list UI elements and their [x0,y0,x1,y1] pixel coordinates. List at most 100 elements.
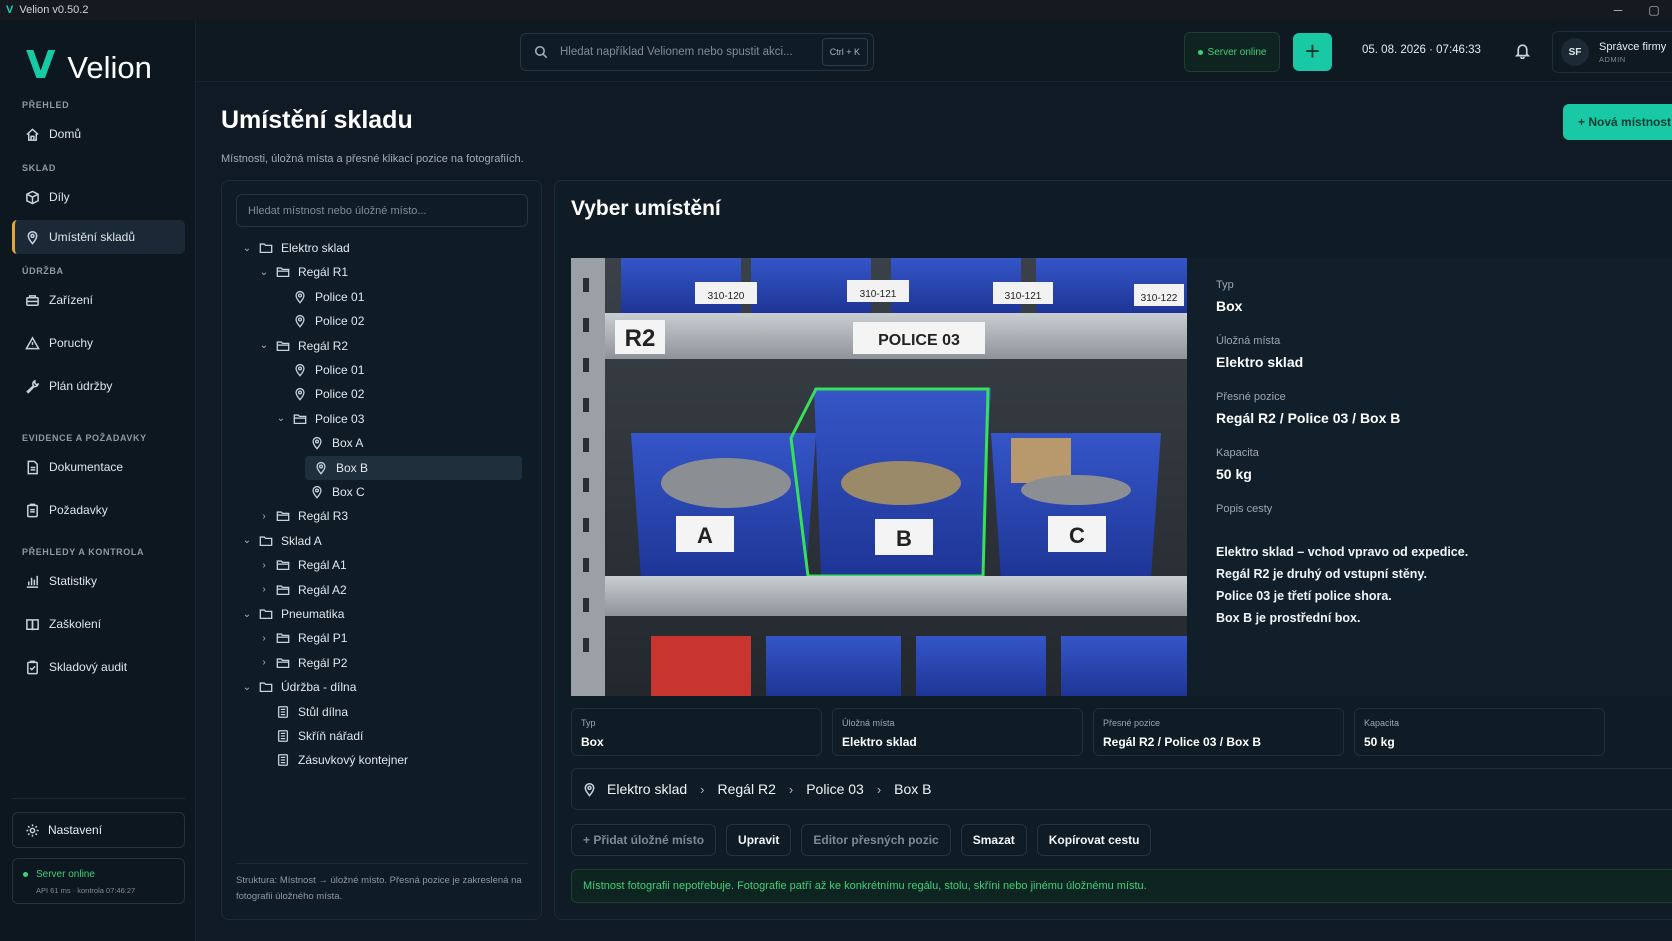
chevron-down-icon[interactable]: ⌄ [274,413,288,424]
global-search[interactable]: Hledat například Velionem nebo spustit a… [520,33,874,71]
audit-icon [24,659,40,675]
tree-search-input[interactable]: Hledat místnost nebo úložné místo... [236,194,528,227]
tree-row-label: Police 02 [315,314,365,329]
sidebar-item-warehouse-audit[interactable]: Skladový audit [12,650,185,684]
rack-label: R2 [625,325,656,352]
user-menu[interactable]: SF Správce firmy ADMIN [1552,31,1672,73]
sidebar-item-label: Dokumentace [49,460,124,474]
tree-row[interactable]: › Regál A2 [257,578,346,602]
sidebar-item-warehouse-locations[interactable]: Umístění skladů [12,220,185,254]
tree-row[interactable]: ⌄ Pneumatika [240,602,345,626]
chevron-right-icon[interactable]: › [257,584,271,595]
sidebar-item-faults[interactable]: Poruchy [12,326,185,360]
sidebar-item-parts[interactable]: Díly [12,180,185,214]
chevron-down-icon[interactable]: ⌄ [257,340,271,351]
page-subtitle: Místnosti, úložná místa a přesné klikací… [221,153,524,165]
sidebar-item-label: Díly [49,190,70,204]
tree-row[interactable]: Stůl dílna [257,700,348,724]
tree-row[interactable]: ⌄ Regál R1 [257,260,348,284]
description-line: Elektro sklad – vchod vpravo od expedice… [1216,545,1469,559]
tree-row[interactable]: ⌄ Elektro sklad [240,236,350,260]
chevron-down-icon[interactable]: ⌄ [240,535,254,546]
server-status-box: Server online API 61 ms · kontrola 07:46… [12,858,185,904]
folder-icon [258,606,274,622]
delete-button[interactable]: Smazat [960,824,1027,856]
status-dot [23,872,28,877]
tree-row[interactable]: › Regál A1 [257,553,346,577]
chevron-down-icon[interactable]: ⌄ [257,267,271,278]
tree-row[interactable]: › Regál P2 [257,651,347,675]
tree-row[interactable]: Skříň nářadí [257,724,363,748]
breadcrumb-item[interactable]: Police 03 [806,781,864,797]
chevron-right-icon[interactable]: › [257,633,271,644]
sidebar-item-requests[interactable]: Požadavky [12,493,185,527]
search-input[interactable]: Hledat například Velionem nebo spustit a… [560,46,822,58]
tree-row[interactable]: › Regál R3 [257,504,348,528]
card-label: Přesné pozice [1103,718,1161,728]
location-photo[interactable]: 310-120 310-121 310-121 310-122 R2 POLIC… [571,258,1187,696]
brand-name: Velion [67,50,152,85]
summary-card-position: Přesné pozice Regál R2 / Police 03 / Box… [1093,708,1344,756]
sidebar-item-label: Domů [49,127,82,141]
cabinet-icon [275,704,291,720]
quick-add-button[interactable]: + [1293,33,1332,71]
maximize-button[interactable]: ▢ [1636,0,1672,20]
tree-row[interactable]: ⌄ Police 03 [274,407,365,431]
breadcrumb-item[interactable]: Regál R2 [718,781,776,797]
info-value-position: Regál R2 / Police 03 / Box B [1216,410,1401,426]
edit-button[interactable]: Upravit [726,824,792,856]
card-label: Typ [581,718,596,728]
tree-row-label: Police 02 [315,387,365,402]
chevron-down-icon[interactable]: ⌄ [240,609,254,620]
sidebar-item-training[interactable]: Zaškolení [12,607,185,641]
box-b-label: B [896,526,912,551]
position-editor-button[interactable]: Editor přesných pozic [801,824,951,856]
sidebar-item-equipment[interactable]: Zařízení [12,283,185,317]
summary-card-storage: Úložná místa Elektro sklad [832,708,1083,756]
tree-row[interactable]: Box C [291,480,365,504]
chevron-right-icon[interactable]: › [257,560,271,571]
brand-logo[interactable]: V Velion [26,44,152,86]
tree-row-label: Pneumatika [281,607,345,621]
copy-path-button[interactable]: Kopírovat cestu [1036,824,1152,856]
tree-row[interactable]: ⌄ Regál R2 [257,334,348,358]
tree-row[interactable]: Box B [305,455,522,480]
tree-row[interactable]: Police 01 [274,285,364,309]
machine-icon [24,292,40,308]
chevron-right-icon[interactable]: › [257,657,271,668]
new-room-button[interactable]: + Nová místnost [1563,104,1672,140]
folder-open-icon [275,557,291,573]
tree-row[interactable]: Police 02 [274,382,364,406]
chevron-down-icon[interactable]: ⌄ [240,243,254,254]
pin-icon [313,460,329,476]
sidebar-item-documentation[interactable]: Dokumentace [12,450,185,484]
sidebar-item-maintenance-plan[interactable]: Plán údržby [12,369,185,403]
tree-row[interactable]: Police 02 [274,309,364,333]
sidebar-item-statistics[interactable]: Statistiky [12,564,185,598]
chevron-right-icon[interactable]: › [257,511,271,522]
tree-row[interactable]: Police 01 [274,358,364,382]
folder-icon [258,679,274,695]
window-controls: ─ ▢ [1600,0,1672,20]
sidebar-item-home[interactable]: Domů [12,117,185,151]
breadcrumb-item[interactable]: Elektro sklad [607,781,687,797]
settings-button[interactable]: Nastavení [12,812,185,848]
notifications-button[interactable] [1514,42,1531,64]
pin-icon [292,289,308,305]
tree-row[interactable]: ⌄ Údržba - dílna [240,675,357,699]
breadcrumb-item[interactable]: Box B [894,781,931,797]
box-a-label: A [697,523,713,548]
tree-row[interactable]: › Regál P1 [257,626,347,650]
chart-icon [24,573,40,589]
info-label: Přesné pozice [1216,391,1286,403]
clipboard-icon [24,502,40,518]
add-storage-place-button[interactable]: + Přidat úložné místo [571,824,717,856]
minimize-button[interactable]: ─ [1600,0,1636,20]
tree-row[interactable]: ⌄ Sklad A [240,529,322,553]
tree-row[interactable]: Zásuvkový kontejner [257,748,408,772]
tree-row[interactable]: Box A [291,431,363,455]
bin-label: 310-121 [1005,291,1042,302]
wrench-icon [24,378,40,394]
chevron-down-icon[interactable]: ⌄ [240,682,254,693]
sidebar-item-label: Zaškolení [49,617,102,631]
